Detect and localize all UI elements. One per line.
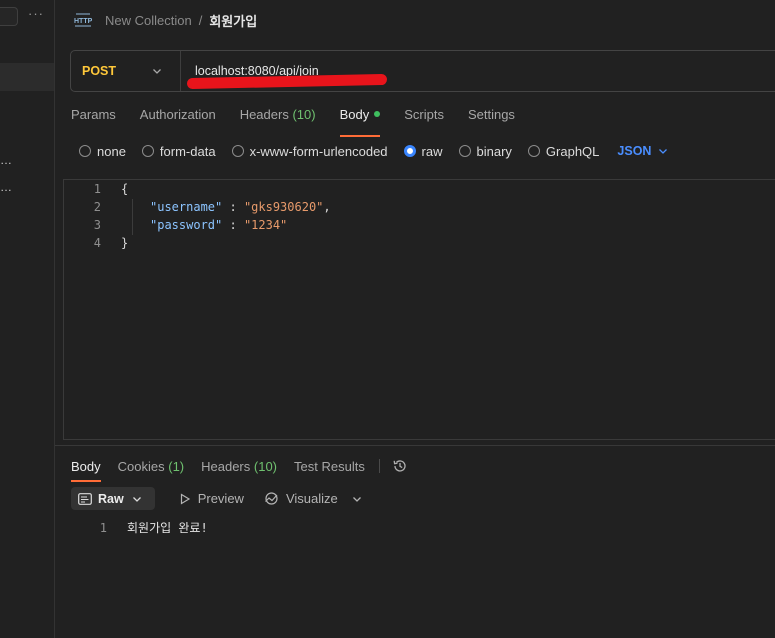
sidebar-item-truncated[interactable]: … [0, 180, 12, 194]
headers-count: (10) [292, 107, 316, 122]
breadcrumb-separator: / [198, 12, 203, 28]
breadcrumb-collection[interactable]: New Collection [105, 13, 192, 28]
url-bar: POST localhost:8080/api/join [70, 50, 775, 92]
sidebar: ··· … … [0, 0, 55, 638]
radio-form-data[interactable]: form-data [141, 143, 216, 159]
line-number: 4 [93, 236, 101, 250]
sidebar-search-input[interactable] [0, 7, 18, 26]
radio-icon[interactable] [231, 145, 244, 157]
history-icon[interactable] [392, 458, 408, 474]
response-text: 회원가입 완료! [127, 521, 208, 535]
radio-label: none [97, 143, 126, 159]
code-text[interactable]: "username" : "gks930620", [150, 198, 331, 216]
code-text[interactable]: } [121, 234, 128, 252]
method-select[interactable]: POST [71, 51, 181, 91]
response-tab-body[interactable]: Body [71, 459, 101, 482]
code-text[interactable]: "password" : "1234" [150, 216, 287, 234]
json-comma: , [323, 200, 331, 214]
body-format-label: JSON [617, 144, 652, 158]
tab-label: Cookies [117, 458, 165, 474]
tab-params[interactable]: Params [71, 107, 116, 131]
response-tab-test-results[interactable]: Test Results [294, 459, 365, 474]
tab-headers[interactable]: Headers (10) [240, 107, 316, 131]
radio-icon[interactable] [79, 145, 91, 157]
line-number: 1 [99, 521, 107, 535]
request-tabs: Params Authorization Headers (10) Body S… [71, 107, 539, 137]
visualize-label: Visualize [285, 491, 338, 506]
response-tabs: Body Cookies (1) Headers (10) Test Resul… [71, 455, 408, 482]
view-mode-label: Raw [98, 491, 124, 506]
radio-label: x-www-form-urlencoded [249, 143, 388, 159]
response-tab-cookies[interactable]: Cookies (1) [118, 459, 184, 474]
response-body[interactable]: 1 회원가입 완료! [71, 519, 208, 537]
radio-binary[interactable]: binary [458, 143, 512, 159]
body-editor[interactable]: 1 { 2 "username" : "gks930620", 3 "passw… [63, 179, 775, 440]
body-type-options: none form-data x-www-form-urlencoded raw… [79, 142, 668, 160]
svg-text:HTTP: HTTP [74, 18, 93, 25]
preview-label: Preview [197, 491, 244, 506]
body-format-select[interactable]: JSON [617, 144, 668, 158]
chevron-down-icon [153, 69, 161, 74]
sidebar-item-truncated[interactable]: … [0, 153, 12, 167]
response-toolbar: Raw Preview Visualize [71, 487, 362, 510]
chevron-down-icon[interactable] [352, 494, 362, 504]
radio-checked-icon[interactable] [403, 145, 416, 157]
sidebar-more-icon[interactable]: ··· [28, 6, 44, 21]
radio-icon[interactable] [458, 145, 471, 157]
radio-none[interactable]: none [79, 144, 126, 159]
http-request-icon: HTTP [74, 13, 93, 27]
cookies-count: (1) [168, 458, 185, 474]
json-separator: : [222, 200, 244, 214]
json-brace: { [121, 182, 129, 196]
preview-button[interactable]: Preview [179, 491, 244, 506]
radio-graphql[interactable]: GraphQL [527, 143, 600, 159]
code-line: 3 "password" : "1234" [64, 216, 288, 234]
play-icon [180, 492, 190, 505]
breadcrumb: HTTP New Collection / 회원가입 [73, 10, 257, 30]
headers-count: (10) [253, 458, 278, 474]
tab-label: Headers [201, 458, 251, 474]
tab-scripts[interactable]: Scripts [404, 107, 444, 131]
json-separator: : [222, 218, 244, 232]
radio-icon[interactable] [141, 145, 154, 157]
tab-label: Headers [239, 107, 289, 122]
json-brace: } [121, 236, 129, 250]
tab-settings[interactable]: Settings [468, 107, 515, 131]
line-number: 1 [93, 182, 101, 196]
radio-urlencoded[interactable]: x-www-form-urlencoded [231, 143, 388, 159]
code-line: 4 } [64, 234, 128, 252]
json-key: "username" [150, 200, 223, 214]
view-mode-select[interactable]: Raw [71, 487, 155, 510]
modified-dot-icon [374, 111, 381, 117]
chevron-down-icon [132, 496, 141, 502]
response-tab-headers[interactable]: Headers (10) [201, 459, 277, 474]
tab-body[interactable]: Body [339, 107, 381, 137]
code-line: 1 { [64, 180, 128, 198]
line-number: 2 [93, 200, 101, 214]
json-value: "1234" [243, 218, 288, 232]
divider [378, 459, 380, 473]
text-format-icon [78, 492, 92, 505]
visualize-icon [265, 492, 278, 505]
radio-label: raw [421, 143, 443, 159]
radio-label: binary [476, 143, 512, 159]
code-text[interactable]: { [121, 180, 128, 198]
visualize-button[interactable]: Visualize [264, 491, 338, 506]
pane-divider[interactable] [55, 445, 775, 446]
code-line: 2 "username" : "gks930620", [64, 198, 331, 216]
radio-icon[interactable] [527, 145, 540, 157]
method-label: POST [82, 64, 117, 78]
sidebar-selected-item[interactable] [0, 63, 54, 91]
json-value: "gks930620" [243, 200, 324, 214]
radio-raw[interactable]: raw [403, 143, 443, 159]
json-key: "password" [150, 218, 223, 232]
line-number: 3 [93, 218, 101, 232]
radio-label: GraphQL [545, 143, 600, 159]
tab-authorization[interactable]: Authorization [140, 107, 216, 131]
tab-label: Body [339, 107, 370, 122]
chevron-down-icon [659, 149, 668, 154]
request-name[interactable]: 회원가입 [209, 11, 257, 30]
radio-label: form-data [159, 143, 216, 159]
